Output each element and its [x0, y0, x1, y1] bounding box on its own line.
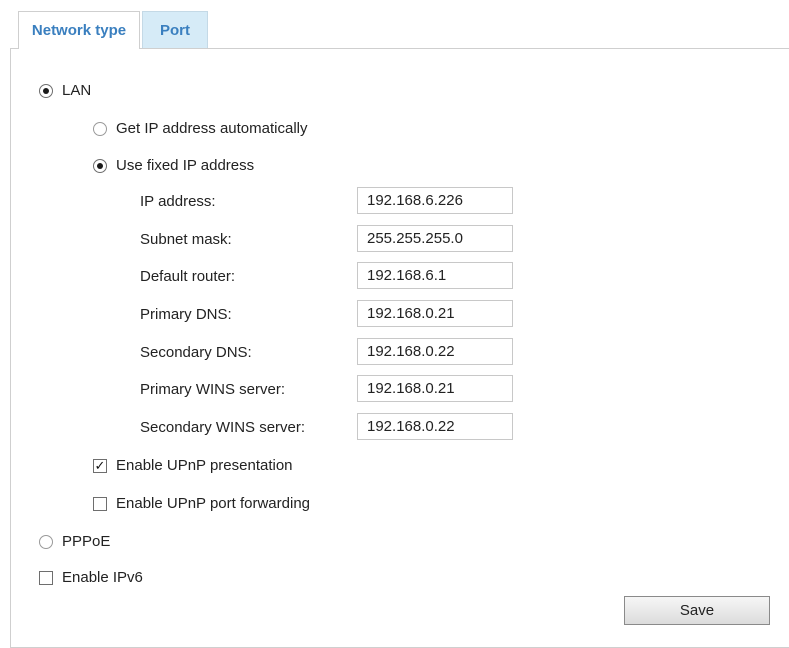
pppoe-radio[interactable] [39, 534, 53, 549]
upnp-forwarding-checkbox[interactable] [93, 496, 107, 511]
upnp-forwarding-label: Enable UPnP port forwarding [116, 495, 311, 512]
lan-label: LAN [62, 82, 92, 99]
ip-fixed-label: Use fixed IP address [116, 157, 255, 174]
lan-option[interactable]: LAN [39, 82, 91, 99]
ip-fixed-option[interactable]: Use fixed IP address [93, 157, 254, 174]
ip-address-input[interactable]: 192.168.6.226 [357, 187, 513, 214]
ip-address-label: IP address: [140, 193, 216, 210]
default-router-label: Default router: [140, 268, 236, 285]
save-button[interactable]: Save [624, 596, 770, 625]
ipv6-label: Enable IPv6 [62, 569, 143, 586]
ip-auto-option[interactable]: Get IP address automatically [93, 120, 307, 137]
upnp-forwarding-option[interactable]: Enable UPnP port forwarding [93, 495, 310, 512]
ip-auto-radio[interactable] [93, 121, 107, 136]
tab-network-type[interactable]: Network type [18, 11, 140, 49]
lan-radio[interactable] [39, 83, 53, 98]
pppoe-option[interactable]: PPPoE [39, 533, 110, 550]
secondary-wins-label: Secondary WINS server: [140, 419, 306, 436]
default-router-input[interactable]: 192.168.6.1 [357, 262, 513, 289]
upnp-presentation-label: Enable UPnP presentation [116, 457, 293, 474]
primary-wins-label: Primary WINS server: [140, 381, 286, 398]
secondary-wins-input[interactable]: 192.168.0.22 [357, 413, 513, 440]
subnet-mask-input[interactable]: 255.255.255.0 [357, 225, 513, 252]
ipv6-checkbox[interactable] [39, 570, 53, 585]
upnp-presentation-option[interactable]: ✓ Enable UPnP presentation [93, 457, 293, 474]
secondary-dns-label: Secondary DNS: [140, 344, 252, 361]
ip-fixed-radio[interactable] [93, 158, 107, 173]
subnet-mask-label: Subnet mask: [140, 231, 232, 248]
ipv6-option[interactable]: Enable IPv6 [39, 569, 143, 586]
pppoe-label: PPPoE [62, 533, 111, 550]
upnp-presentation-checkbox[interactable]: ✓ [93, 458, 107, 473]
primary-dns-input[interactable]: 192.168.0.21 [357, 300, 513, 327]
tab-port[interactable]: Port [142, 11, 208, 48]
secondary-dns-input[interactable]: 192.168.0.22 [357, 338, 513, 365]
primary-dns-label: Primary DNS: [140, 306, 232, 323]
primary-wins-input[interactable]: 192.168.0.21 [357, 375, 513, 402]
ip-auto-label: Get IP address automatically [116, 120, 308, 137]
